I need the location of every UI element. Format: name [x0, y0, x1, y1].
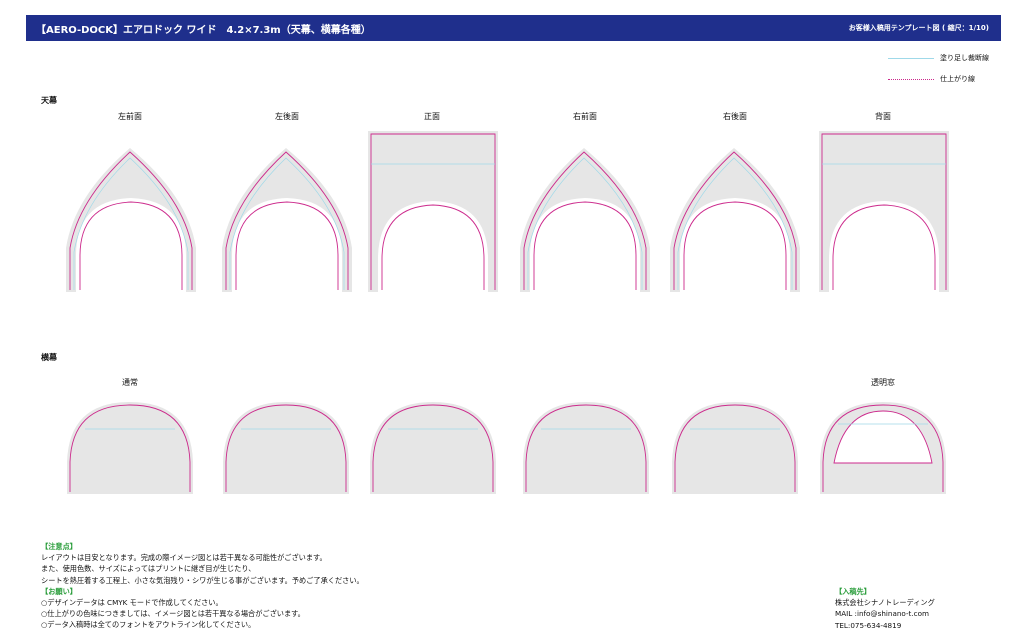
- side-section-label: 横幕: [41, 353, 57, 362]
- roof-panel-right-front: [520, 148, 650, 292]
- side-panel: [672, 402, 798, 494]
- roof-panel-front: [368, 131, 498, 292]
- side-panel: [67, 402, 193, 494]
- caution-line: シートを熱圧着する工程上、小さな気泡残り・シワが生じる事がございます。予めご了承…: [41, 575, 364, 585]
- side-panel-window: [820, 402, 946, 494]
- roof-panel-label: 左前面: [118, 112, 142, 121]
- roof-panel-label: 右前面: [573, 112, 597, 121]
- finish-line-swatch: [888, 78, 934, 80]
- page-title: 【AERO-DOCK】エアロドック ワイド 4.2×7.3m（天幕、横幕各種）: [36, 25, 371, 36]
- caution-heading: 【注意点】: [41, 542, 77, 551]
- contact-tel: TEL:075-634-4819: [835, 620, 902, 630]
- contact-mail[interactable]: MAIL :info@shinano-t.com: [835, 608, 935, 619]
- side-panel-label-window: 透明窓: [871, 378, 895, 387]
- roof-panel-left-front: [66, 148, 196, 292]
- roof-panel-label: 右後面: [723, 112, 747, 121]
- request-line: ○仕上がりの色味につきましては、イメージ図とは若干異なる場合がございます。: [41, 609, 305, 619]
- roof-panel-left-back: [222, 148, 352, 292]
- caution-line: また、使用色数、サイズによってはプリントに継ぎ目が生じたり、: [41, 564, 256, 574]
- legend-bleed: 塗り足し裁断線: [888, 53, 989, 63]
- legend-finish: 仕上がり線: [888, 74, 975, 84]
- request-line: ○デザインデータは CMYK モードで作成してください。: [41, 598, 223, 608]
- contact-heading: 【入稿先】: [835, 587, 871, 596]
- header-bar: 【AERO-DOCK】エアロドック ワイド 4.2×7.3m（天幕、横幕各種） …: [26, 15, 1001, 41]
- side-panel: [523, 402, 649, 494]
- legend-bleed-label: 塗り足し裁断線: [940, 54, 989, 62]
- roof-panel-right-back: [670, 148, 800, 292]
- roof-section-label: 天幕: [41, 96, 57, 105]
- bleed-line-swatch: [888, 57, 934, 59]
- side-panel: [223, 402, 349, 494]
- roof-panel-label: 背面: [875, 112, 891, 121]
- side-panel: [370, 402, 496, 494]
- request-heading: 【お願い】: [41, 586, 77, 596]
- contact-company: 株式会社シナノトレーディング: [835, 598, 935, 608]
- roof-panel-label: 左後面: [275, 112, 299, 121]
- caution-line: レイアウトは目安となります。完成の際イメージ図とは若干異なる可能性がございます。: [41, 553, 327, 563]
- request-line: ○データ入稿時は全てのフォントをアウトライン化してください。: [41, 620, 256, 630]
- contact-block: 【入稿先】 株式会社シナノトレーディング MAIL :info@shinano-…: [835, 586, 935, 631]
- page-subtitle: お客様入稿用テンプレート図 ( 縮尺：1/10): [848, 24, 989, 32]
- legend-finish-label: 仕上がり線: [940, 75, 975, 83]
- roof-panel-back: [819, 131, 949, 292]
- side-panel-label-normal: 通常: [122, 378, 138, 387]
- notes-block: 【注意点】 レイアウトは目安となります。完成の際イメージ図とは若干異なる可能性が…: [41, 541, 364, 631]
- roof-panel-label: 正面: [424, 112, 440, 121]
